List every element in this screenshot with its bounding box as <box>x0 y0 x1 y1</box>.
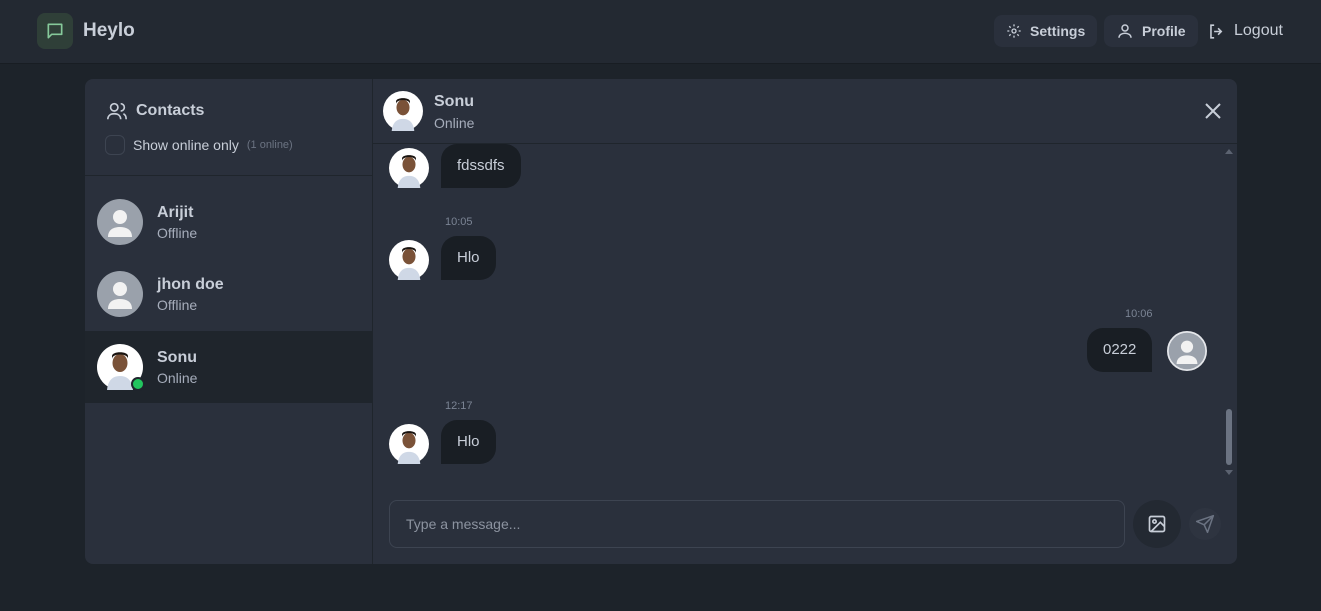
chat-logo-icon <box>37 13 73 49</box>
contact-name: Sonu <box>157 349 197 366</box>
contacts-header: Contacts Show online only (1 online) <box>85 79 372 176</box>
default-avatar-icon <box>97 271 143 317</box>
send-button[interactable] <box>1189 508 1221 540</box>
message-input[interactable] <box>390 501 1124 547</box>
default-avatar-icon <box>1167 331 1207 371</box>
message-bubble: 0222 <box>1087 328 1153 372</box>
message-bubble: Hlo <box>441 236 496 280</box>
image-icon <box>1148 515 1166 533</box>
online-filter-label: Show online only <box>133 137 239 153</box>
chat-container: Contacts Show online only (1 online) Ari… <box>85 79 1237 564</box>
message-time: 12:17 <box>445 400 473 412</box>
message-scrollbar[interactable] <box>1223 144 1235 479</box>
top-navbar: Heylo Settings Profile Logout <box>0 0 1321 64</box>
online-only-checkbox[interactable] <box>105 135 125 155</box>
message-bubble: fdssdfs <box>441 144 521 188</box>
message-time: 10:05 <box>445 216 473 228</box>
settings-button[interactable]: Settings <box>994 15 1098 47</box>
brand[interactable]: Heylo <box>37 13 135 49</box>
photo-avatar-icon <box>389 148 429 188</box>
contacts-title-text: Contacts <box>136 102 205 119</box>
profile-label: Profile <box>1142 23 1186 39</box>
logout-icon <box>1210 23 1223 39</box>
contacts-sidebar: Contacts Show online only (1 online) Ari… <box>85 79 373 564</box>
chat-contact-name: Sonu <box>434 93 474 110</box>
chat-header: Sonu Online <box>373 79 1237 144</box>
scrollbar-thumb[interactable] <box>1226 409 1232 465</box>
online-filter[interactable]: Show online only (1 online) <box>105 135 293 155</box>
contact-name: jhon doe <box>157 276 224 293</box>
contact-status: Offline <box>157 225 198 241</box>
send-icon <box>1195 514 1215 534</box>
chat-panel: Sonu Online fdssdfs 10:05 Hlo 10:06 0222… <box>373 79 1237 564</box>
contact-item[interactable]: jhon doe Offline <box>85 258 372 330</box>
attach-image-button[interactable] <box>1133 500 1181 548</box>
user-icon <box>1118 24 1132 38</box>
photo-avatar-icon <box>383 91 423 131</box>
gear-icon <box>1007 24 1021 38</box>
app-name: Heylo <box>83 20 135 41</box>
default-avatar-icon <box>97 199 143 245</box>
scroll-down-arrow-icon[interactable] <box>1225 470 1233 476</box>
close-icon[interactable] <box>1201 99 1225 123</box>
contact-status: Offline <box>157 297 198 313</box>
scroll-up-arrow-icon[interactable] <box>1225 148 1233 154</box>
message-list[interactable]: fdssdfs 10:05 Hlo 10:06 0222 12:17 Hlo <box>373 144 1237 479</box>
contacts-title: Contacts <box>106 100 204 122</box>
message-bubble: Hlo <box>441 420 496 464</box>
photo-avatar-icon <box>389 424 429 464</box>
contact-item[interactable]: Arijit Offline <box>85 186 372 258</box>
contact-item-selected[interactable]: Sonu Online <box>85 331 372 403</box>
logout-label: Logout <box>1234 22 1283 39</box>
online-count: (1 online) <box>246 139 293 151</box>
logout-button[interactable]: Logout <box>1207 15 1283 47</box>
profile-button[interactable]: Profile <box>1104 15 1198 47</box>
contact-name: Arijit <box>157 204 194 221</box>
settings-label: Settings <box>1030 23 1086 39</box>
online-indicator <box>131 377 145 391</box>
users-icon <box>107 102 127 120</box>
contact-status: Online <box>157 370 198 386</box>
photo-avatar-icon <box>389 240 429 280</box>
chat-contact-status: Online <box>434 115 475 131</box>
message-composer <box>389 500 1125 548</box>
message-time: 10:06 <box>1125 308 1153 320</box>
